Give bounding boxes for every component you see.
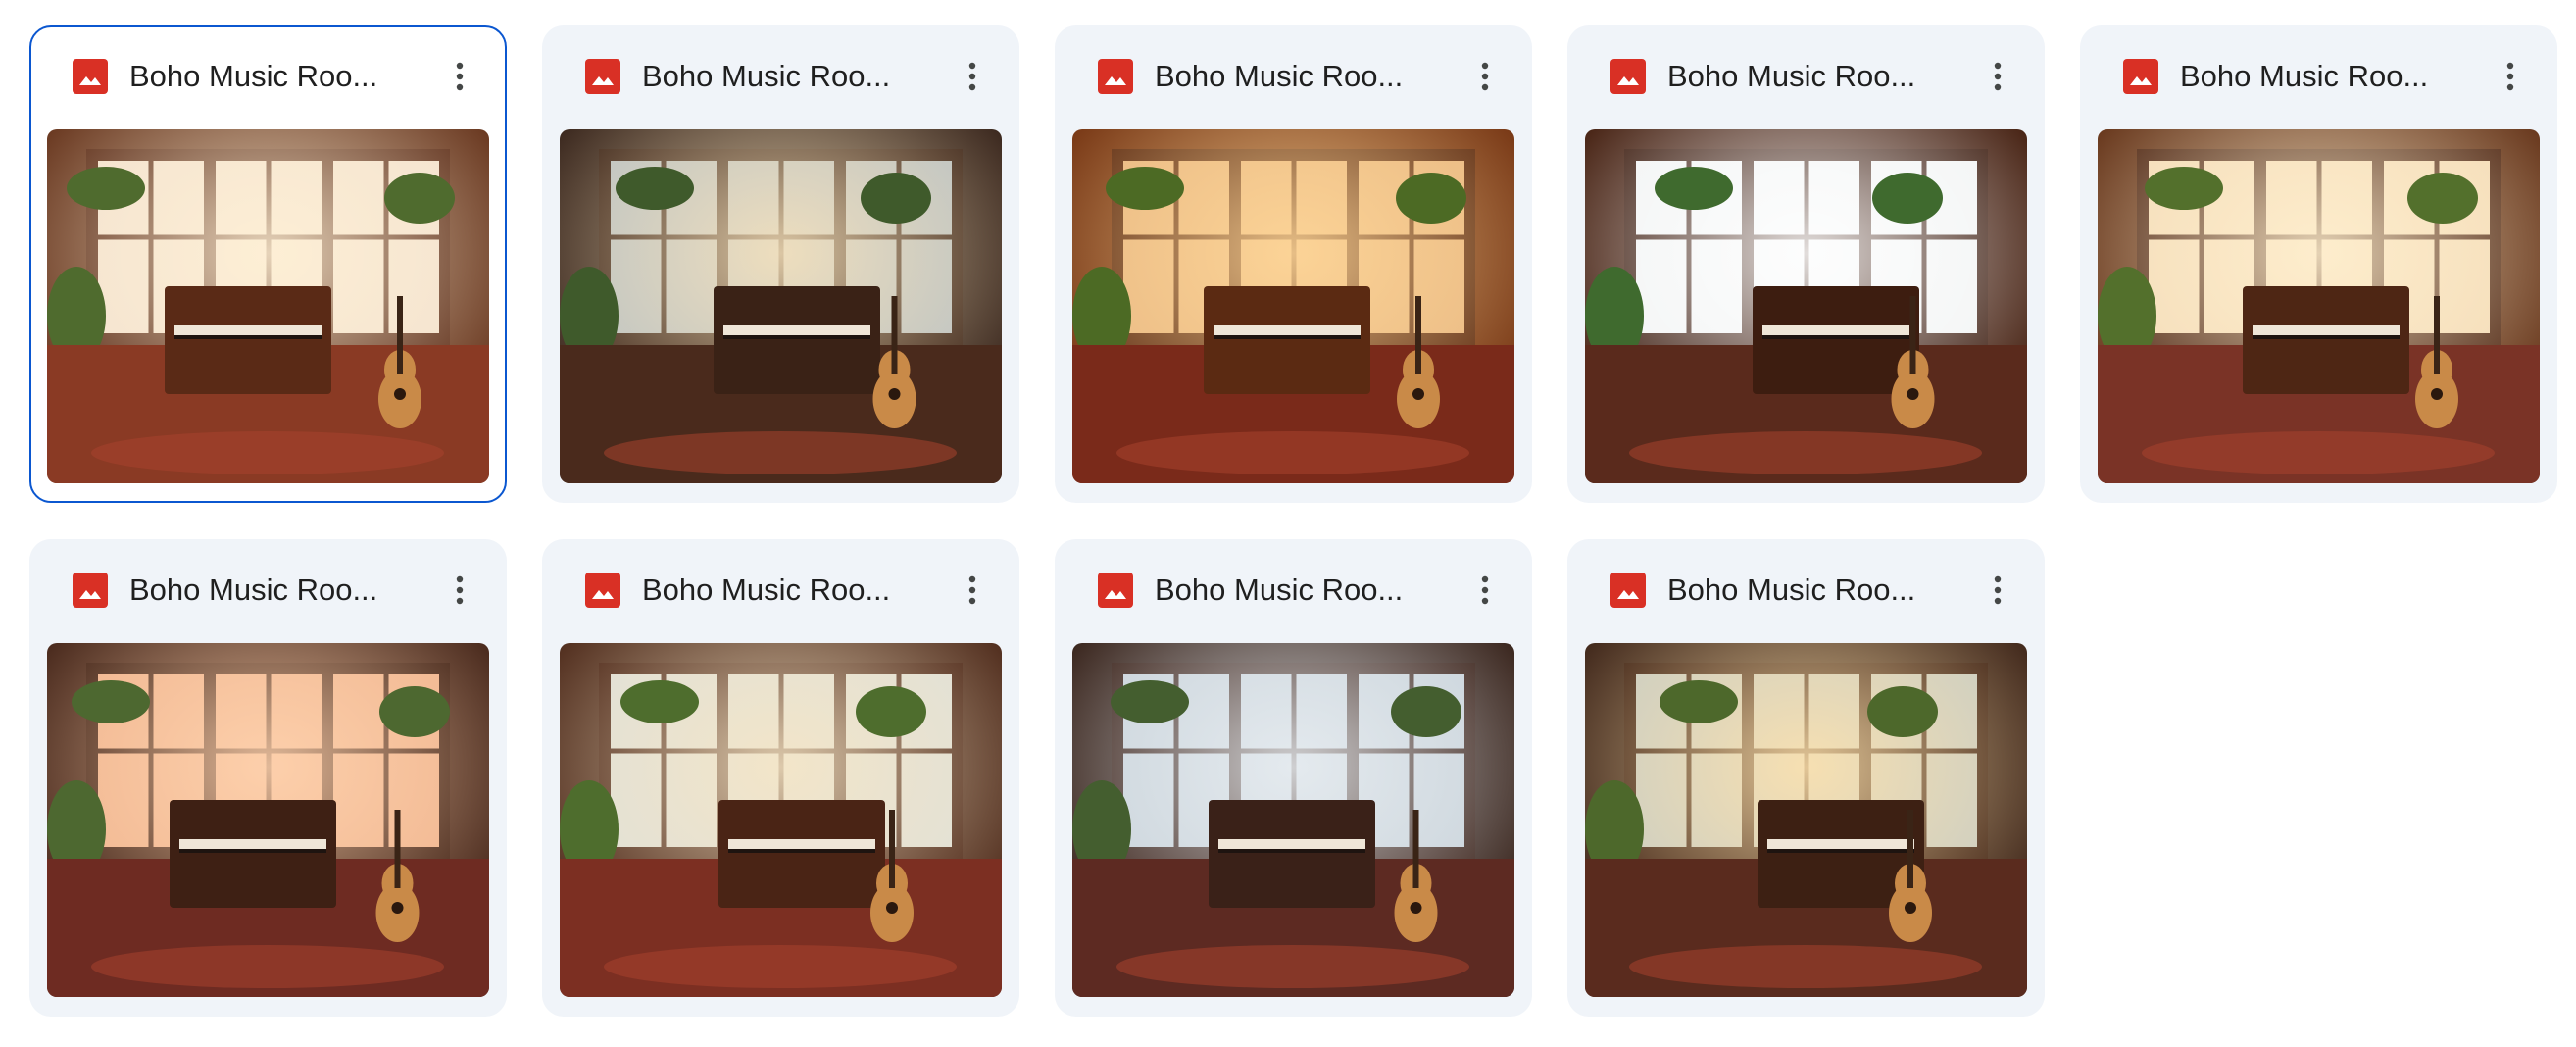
file-card[interactable]: Boho Music Roo... bbox=[1055, 25, 1532, 503]
file-card-header: Boho Music Roo... bbox=[29, 539, 507, 641]
file-card[interactable]: Boho Music Roo... bbox=[29, 25, 507, 503]
file-card[interactable]: Boho Music Roo... bbox=[2080, 25, 2557, 503]
more-options-button[interactable] bbox=[434, 51, 485, 102]
file-card-header: Boho Music Roo... bbox=[542, 25, 1019, 127]
file-card[interactable]: Boho Music Roo... bbox=[542, 25, 1019, 503]
file-name[interactable]: Boho Music Roo... bbox=[642, 571, 956, 610]
file-name[interactable]: Boho Music Roo... bbox=[642, 57, 956, 96]
file-card[interactable]: Boho Music Roo... bbox=[29, 539, 507, 1017]
more-options-button[interactable] bbox=[1972, 51, 2023, 102]
file-card-header: Boho Music Roo... bbox=[31, 27, 505, 129]
image-file-icon bbox=[73, 573, 108, 608]
more-options-button[interactable] bbox=[1972, 565, 2023, 616]
more-options-button[interactable] bbox=[434, 565, 485, 616]
image-thumbnail[interactable] bbox=[560, 129, 1002, 483]
more-options-button[interactable] bbox=[1460, 51, 1511, 102]
file-card[interactable]: Boho Music Roo... bbox=[1567, 539, 2045, 1017]
file-name[interactable]: Boho Music Roo... bbox=[1155, 57, 1468, 96]
file-card-header: Boho Music Roo... bbox=[2080, 25, 2557, 127]
file-name[interactable]: Boho Music Roo... bbox=[129, 571, 443, 610]
image-thumbnail[interactable] bbox=[1585, 643, 2027, 997]
file-card-header: Boho Music Roo... bbox=[1055, 25, 1532, 127]
image-thumbnail[interactable] bbox=[2098, 129, 2540, 483]
image-file-icon bbox=[1098, 59, 1133, 94]
more-options-button[interactable] bbox=[947, 565, 998, 616]
file-card[interactable]: Boho Music Roo... bbox=[1567, 25, 2045, 503]
image-thumbnail[interactable] bbox=[1072, 129, 1514, 483]
file-name[interactable]: Boho Music Roo... bbox=[1155, 571, 1468, 610]
image-thumbnail[interactable] bbox=[1072, 643, 1514, 997]
file-name[interactable]: Boho Music Roo... bbox=[1667, 571, 1981, 610]
file-card[interactable]: Boho Music Roo... bbox=[1055, 539, 1532, 1017]
file-card-header: Boho Music Roo... bbox=[1567, 539, 2045, 641]
file-card[interactable]: Boho Music Roo... bbox=[542, 539, 1019, 1017]
file-name[interactable]: Boho Music Roo... bbox=[1667, 57, 1981, 96]
image-file-icon bbox=[1098, 573, 1133, 608]
file-grid: Boho Music Roo... Boho Music Roo... Boho… bbox=[0, 0, 2576, 1047]
image-thumbnail[interactable] bbox=[560, 643, 1002, 997]
image-file-icon bbox=[1610, 59, 1646, 94]
image-file-icon bbox=[585, 573, 620, 608]
image-file-icon bbox=[585, 59, 620, 94]
file-card-header: Boho Music Roo... bbox=[542, 539, 1019, 641]
more-options-button[interactable] bbox=[1460, 565, 1511, 616]
image-file-icon bbox=[73, 59, 108, 94]
image-thumbnail[interactable] bbox=[1585, 129, 2027, 483]
image-file-icon bbox=[1610, 573, 1646, 608]
image-file-icon bbox=[2123, 59, 2158, 94]
file-name[interactable]: Boho Music Roo... bbox=[2180, 57, 2494, 96]
image-thumbnail[interactable] bbox=[47, 643, 489, 997]
image-thumbnail[interactable] bbox=[47, 129, 489, 483]
more-options-button[interactable] bbox=[2485, 51, 2536, 102]
file-name[interactable]: Boho Music Roo... bbox=[129, 57, 443, 96]
more-options-button[interactable] bbox=[947, 51, 998, 102]
file-card-header: Boho Music Roo... bbox=[1055, 539, 1532, 641]
file-card-header: Boho Music Roo... bbox=[1567, 25, 2045, 127]
